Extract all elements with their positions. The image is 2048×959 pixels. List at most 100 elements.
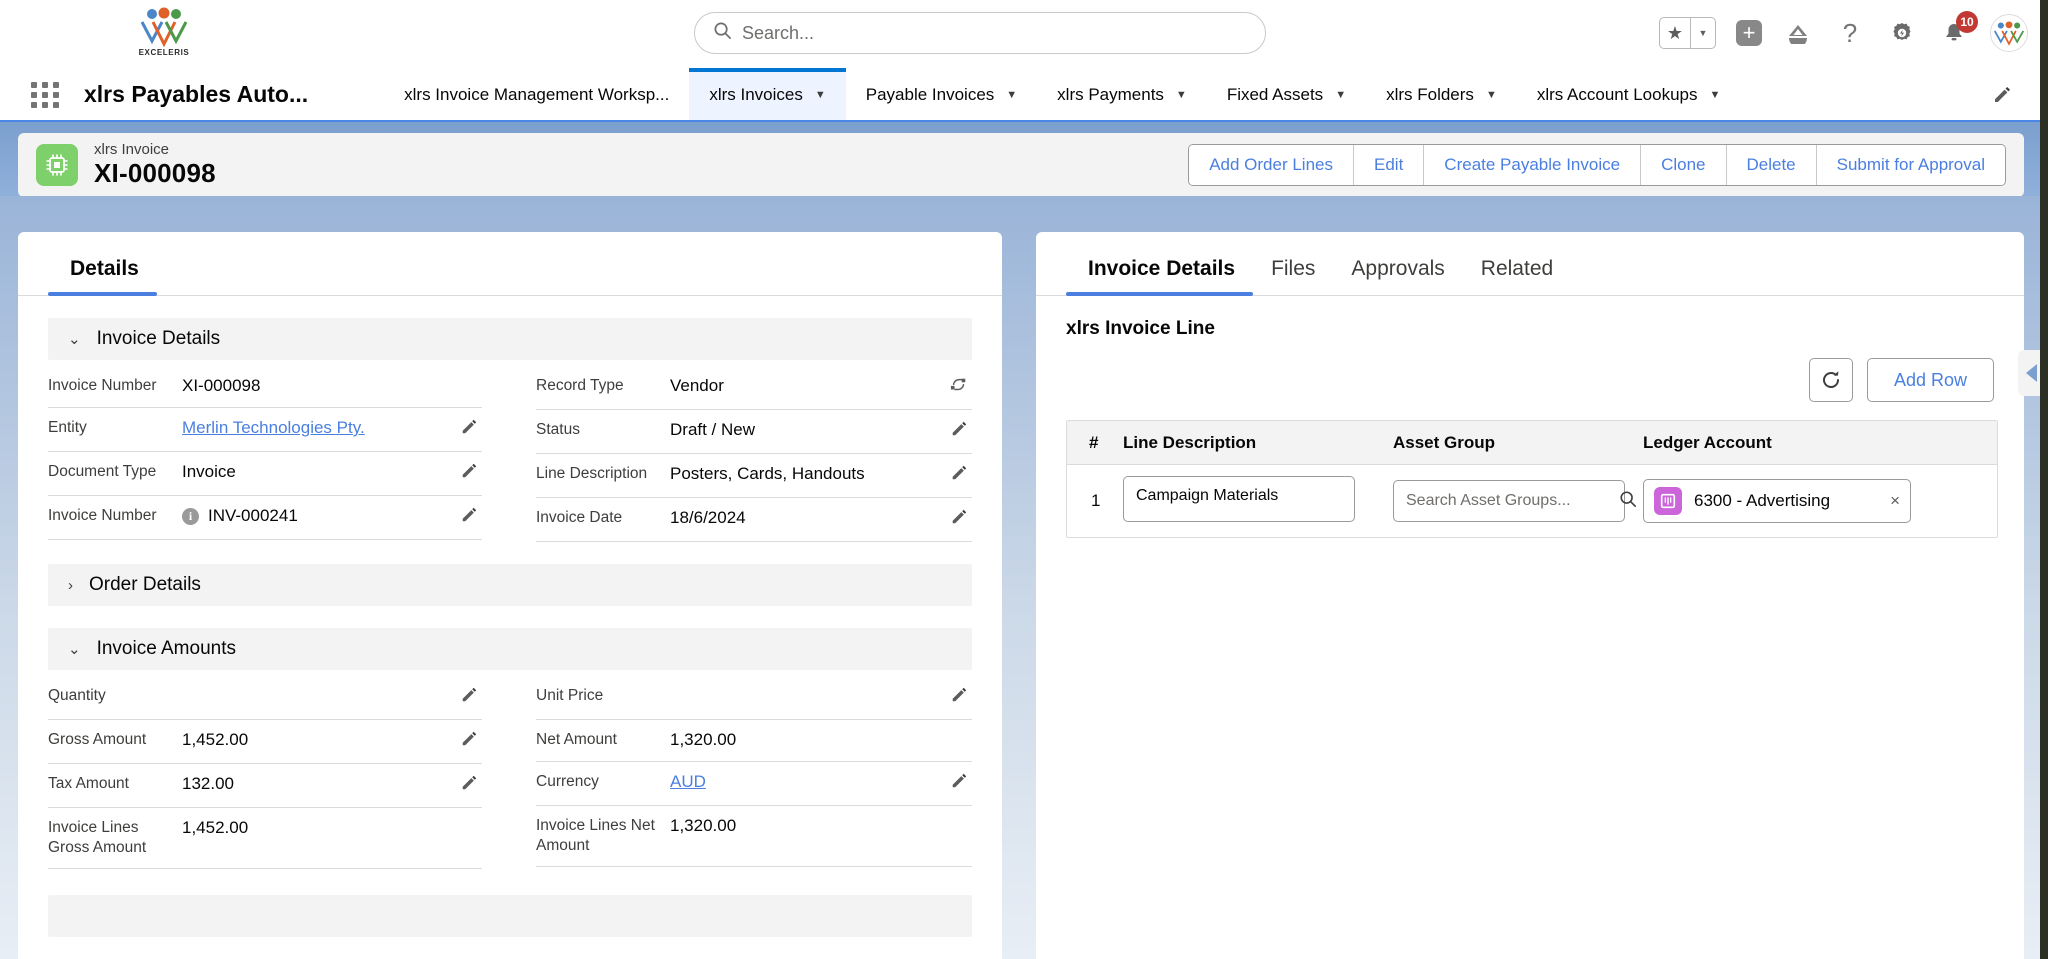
pencil-icon[interactable]: [460, 728, 482, 753]
field-value: 1,320.00: [670, 728, 940, 751]
edit-button[interactable]: Edit: [1354, 145, 1424, 185]
asset-group-cell: [1393, 480, 1643, 522]
refresh-icon[interactable]: [1809, 358, 1853, 402]
field-tax-amount: Tax Amount 132.00: [48, 764, 482, 808]
nav-item-fixed-assets[interactable]: Fixed Assets ▼: [1207, 68, 1366, 121]
chevron-down-icon[interactable]: ▼: [1691, 18, 1715, 48]
delete-button[interactable]: Delete: [1727, 145, 1817, 185]
plus-icon[interactable]: +: [1736, 20, 1762, 46]
help-icon[interactable]: ?: [1834, 17, 1866, 49]
section-header-invoice-details[interactable]: ⌄ Invoice Details: [48, 318, 972, 360]
tab-details[interactable]: Details: [48, 257, 157, 295]
invoice-amounts-fields: Quantity Gross Amount 1,452.00 Tax Amoun…: [18, 676, 1002, 869]
nav-item-list: xlrs Invoice Management Worksp... xlrs I…: [384, 68, 1740, 121]
pencil-icon[interactable]: [460, 460, 482, 485]
table-row: 1: [1067, 465, 1997, 537]
app-navigation-bar: xlrs Payables Auto... xlrs Invoice Manag…: [0, 68, 2048, 122]
field-label: Record Type: [536, 374, 660, 396]
search-icon[interactable]: [1619, 490, 1637, 513]
section-header-order-details[interactable]: › Order Details: [48, 564, 972, 606]
chevron-down-icon[interactable]: ▼: [1335, 89, 1346, 101]
tab-approvals[interactable]: Approvals: [1333, 257, 1462, 295]
field-label: Invoice Number: [48, 374, 172, 396]
add-row-button[interactable]: Add Row: [1867, 358, 1994, 402]
change-record-type-icon[interactable]: [950, 374, 972, 399]
global-header: EXCELERIS ★ ▼ + ? 10: [0, 0, 2048, 68]
app-launcher-icon[interactable]: [28, 68, 62, 121]
section-header-next[interactable]: [48, 895, 972, 937]
pencil-icon[interactable]: [1992, 68, 2012, 121]
line-description-input[interactable]: [1123, 476, 1355, 522]
pencil-icon[interactable]: [950, 506, 972, 531]
nav-item-xlrs-payments[interactable]: xlrs Payments ▼: [1037, 68, 1207, 121]
nav-item-invoice-management-workspace[interactable]: xlrs Invoice Management Worksp...: [384, 68, 689, 121]
pencil-icon[interactable]: [460, 416, 482, 441]
field-label: Invoice Date: [536, 506, 660, 528]
field-value: 1,452.00: [182, 728, 450, 751]
pencil-icon[interactable]: [460, 684, 482, 709]
pencil-icon[interactable]: [950, 770, 972, 795]
field-line-description: Line Description Posters, Cards, Handout…: [536, 454, 972, 498]
field-value: [182, 684, 450, 685]
pencil-icon[interactable]: [950, 418, 972, 443]
field-value: XI-000098: [182, 374, 450, 397]
section-title: Invoice Details: [97, 328, 221, 350]
tab-invoice-details[interactable]: Invoice Details: [1066, 257, 1253, 295]
entity-link[interactable]: Merlin Technologies Pty.: [182, 417, 365, 439]
nav-item-payable-invoices[interactable]: Payable Invoices ▼: [846, 68, 1037, 121]
chip-icon: [36, 144, 78, 186]
chevron-down-icon[interactable]: ▼: [1006, 89, 1017, 101]
line-description-cell: [1123, 476, 1393, 527]
currency-link[interactable]: AUD: [670, 771, 706, 793]
info-icon[interactable]: i: [182, 508, 199, 525]
notifications-bell-icon[interactable]: 10: [1938, 17, 1970, 49]
column-header-asset-group: Asset Group: [1393, 433, 1643, 453]
ledger-account-pill[interactable]: 6300 - Advertising ×: [1643, 479, 1911, 523]
chevron-right-icon[interactable]: ›: [68, 577, 73, 594]
create-payable-invoice-button[interactable]: Create Payable Invoice: [1424, 145, 1641, 185]
chevron-down-icon[interactable]: ⌄: [68, 640, 81, 658]
chevron-left-icon: [2026, 364, 2037, 382]
favorites-group[interactable]: ★ ▼: [1659, 17, 1716, 49]
avatar[interactable]: [1990, 14, 2028, 52]
gear-icon[interactable]: [1886, 17, 1918, 49]
tab-related[interactable]: Related: [1463, 257, 1571, 295]
field-value: 132.00: [182, 772, 450, 795]
cloud-icon[interactable]: [1782, 17, 1814, 49]
submit-for-approval-button[interactable]: Submit for Approval: [1817, 145, 2005, 185]
desktop-edge-strip: [2040, 0, 2048, 959]
field-invoice-lines-gross-amount: Invoice Lines Gross Amount 1,452.00: [48, 808, 482, 869]
search-input[interactable]: [742, 23, 1247, 44]
record-titles: xlrs Invoice XI-000098: [94, 141, 216, 188]
section-header-invoice-amounts[interactable]: ⌄ Invoice Amounts: [48, 628, 972, 670]
nav-item-label: Payable Invoices: [866, 85, 995, 105]
chevron-down-icon[interactable]: ⌄: [68, 330, 81, 348]
nav-item-xlrs-account-lookups[interactable]: xlrs Account Lookups ▼: [1517, 68, 1741, 121]
tab-files[interactable]: Files: [1253, 257, 1333, 295]
no-edit-placeholder: [460, 374, 482, 376]
close-icon[interactable]: ×: [1890, 491, 1900, 511]
asset-group-search-input[interactable]: [1406, 492, 1613, 510]
pencil-icon[interactable]: [460, 772, 482, 797]
pencil-icon[interactable]: [460, 504, 482, 529]
field-column-right: Unit Price Net Amount 1,320.00 Currency …: [510, 676, 972, 869]
chevron-down-icon[interactable]: ▼: [1176, 89, 1187, 101]
nav-item-label: xlrs Invoice Management Worksp...: [404, 85, 669, 105]
app-name[interactable]: xlrs Payables Auto...: [84, 68, 308, 121]
asset-group-lookup[interactable]: [1393, 480, 1625, 522]
star-icon[interactable]: ★: [1660, 18, 1690, 48]
chevron-down-icon[interactable]: ▼: [815, 89, 826, 101]
section-title: Invoice Amounts: [97, 638, 236, 660]
exceleris-logo: EXCELERIS: [133, 3, 195, 61]
pencil-icon[interactable]: [950, 684, 972, 709]
field-value: Posters, Cards, Handouts: [670, 462, 940, 485]
nav-item-xlrs-folders[interactable]: xlrs Folders ▼: [1366, 68, 1517, 121]
add-order-lines-button[interactable]: Add Order Lines: [1189, 145, 1354, 185]
chevron-down-icon[interactable]: ▼: [1486, 89, 1497, 101]
nav-item-label: xlrs Invoices: [709, 85, 803, 105]
pencil-icon[interactable]: [950, 462, 972, 487]
clone-button[interactable]: Clone: [1641, 145, 1726, 185]
chevron-down-icon[interactable]: ▼: [1709, 89, 1720, 101]
global-search[interactable]: [694, 12, 1266, 54]
nav-item-xlrs-invoices[interactable]: xlrs Invoices ▼: [689, 68, 845, 121]
